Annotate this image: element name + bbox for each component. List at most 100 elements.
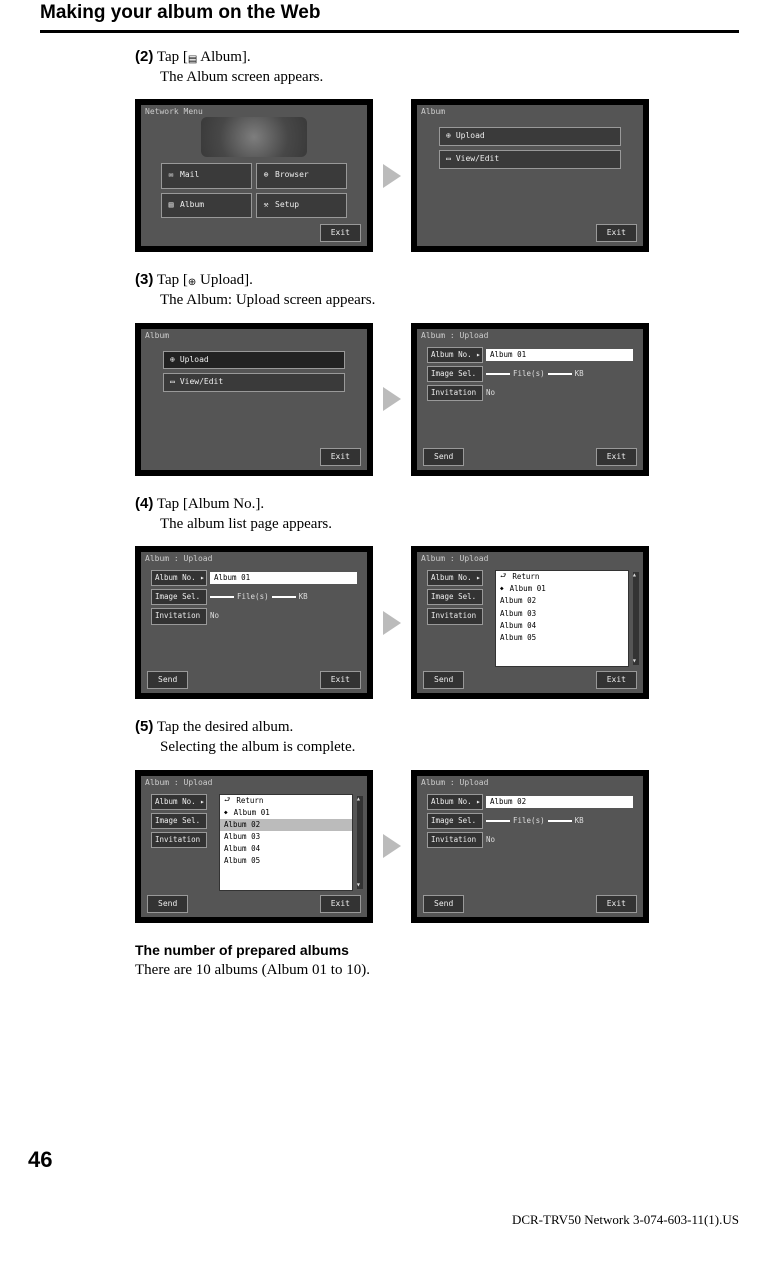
mail-icon: ✉ bbox=[166, 170, 176, 181]
viewedit-label: View/Edit bbox=[456, 154, 499, 165]
image-sel-value: File(s)KB bbox=[486, 816, 633, 826]
screenshot-album-list: Album : Upload Album No. ▸ Image Sel. In… bbox=[411, 546, 649, 699]
upload-label: Upload bbox=[180, 355, 209, 366]
scroll-indicator[interactable] bbox=[357, 796, 363, 889]
exit-button[interactable]: Exit bbox=[596, 224, 637, 242]
screen-title: Album bbox=[145, 331, 169, 342]
album-icon: ▤ bbox=[188, 53, 197, 67]
step-5-text: Tap the desired album. bbox=[157, 719, 293, 735]
send-button[interactable]: Send bbox=[423, 895, 464, 913]
image-sel-button[interactable]: Image Sel. bbox=[427, 813, 483, 829]
step-2: (2) Tap [▤ Album]. The Album screen appe… bbox=[135, 47, 739, 88]
send-button[interactable]: Send bbox=[423, 448, 464, 466]
invitation-button[interactable]: Invitation bbox=[427, 832, 483, 848]
upload-icon: ⊕ bbox=[170, 355, 175, 366]
album-no-value: Album 01 bbox=[486, 349, 633, 361]
exit-button[interactable]: Exit bbox=[596, 671, 637, 689]
invitation-button[interactable]: Invitation bbox=[151, 608, 207, 624]
footer-id: DCR-TRV50 Network 3-074-603-11(1).US bbox=[512, 1211, 739, 1229]
step-4-num: (4) bbox=[135, 495, 153, 512]
send-button[interactable]: Send bbox=[147, 895, 188, 913]
upload-label: Upload bbox=[456, 131, 485, 142]
exit-button[interactable]: Exit bbox=[320, 448, 361, 466]
list-item[interactable]: Album 02 bbox=[496, 595, 628, 607]
step-3-text-b: Upload]. bbox=[196, 272, 253, 288]
list-item[interactable]: Album 03 bbox=[220, 831, 352, 843]
exit-button[interactable]: Exit bbox=[596, 448, 637, 466]
browser-button[interactable]: ⊕ Browser bbox=[256, 163, 347, 189]
browser-label: Browser bbox=[275, 170, 309, 181]
note-heading: The number of prepared albums bbox=[135, 941, 739, 960]
send-button[interactable]: Send bbox=[147, 671, 188, 689]
step-5-num: (5) bbox=[135, 718, 153, 735]
list-item[interactable]: Album 05 bbox=[496, 632, 628, 644]
mail-label: Mail bbox=[180, 170, 199, 181]
list-item[interactable]: Album 03 bbox=[496, 608, 628, 620]
upload-button[interactable]: ⊕Upload bbox=[439, 127, 621, 146]
image-sel-button[interactable]: Image Sel. bbox=[151, 813, 207, 829]
screenshot-album-menu: Album ⊕Upload ▭View/Edit Exit bbox=[411, 99, 649, 252]
kb-label: KB bbox=[575, 369, 584, 379]
step-5-sub: Selecting the album is complete. bbox=[135, 737, 739, 757]
setup-label: Setup bbox=[275, 200, 299, 211]
step-3-screens: Album ⊕ Upload ▭ View/Edit Exit Album : Up… bbox=[135, 323, 739, 476]
album-no-label: Album No. bbox=[155, 797, 196, 806]
album-label: Album bbox=[180, 200, 204, 211]
album-no-button[interactable]: Album No. ▸ bbox=[151, 794, 207, 810]
step-4-sub: The album list page appears. bbox=[135, 514, 739, 534]
album-no-button[interactable]: Album No. ▸ bbox=[427, 794, 483, 810]
return-item[interactable]: Return bbox=[496, 571, 628, 583]
image-sel-value: File(s) KB bbox=[486, 369, 633, 379]
image-sel-value: File(s)KB bbox=[210, 592, 357, 602]
album-no-button[interactable]: Album No. ▸ bbox=[427, 347, 483, 363]
mail-button[interactable]: ✉ Mail bbox=[161, 163, 252, 189]
invitation-value: No bbox=[486, 388, 633, 398]
list-item[interactable]: Album 04 bbox=[496, 620, 628, 632]
exit-button[interactable]: Exit bbox=[320, 671, 361, 689]
viewedit-button[interactable]: ▭ View/Edit bbox=[163, 373, 345, 392]
album-no-button[interactable]: Album No. ▸ bbox=[151, 570, 207, 586]
screenshot-upload-01: Album : Upload Album No. ▸ Album 01 Imag… bbox=[411, 323, 649, 476]
album-button[interactable]: ▤Album bbox=[161, 193, 252, 219]
step-2-text-b: Album]. bbox=[197, 49, 250, 65]
list-item[interactable]: Album 02 bbox=[220, 819, 352, 831]
step-2-sub: The Album screen appears. bbox=[135, 67, 739, 87]
list-item[interactable]: Album 01 bbox=[220, 807, 352, 819]
image-sel-button[interactable]: Image Sel. bbox=[427, 366, 483, 382]
album-dropdown: Return Album 01 Album 02 Album 03 Album … bbox=[495, 570, 629, 667]
invitation-button[interactable]: Invitation bbox=[427, 608, 483, 624]
book-icon: ▭ bbox=[170, 377, 175, 388]
setup-button[interactable]: ⚒Setup bbox=[256, 193, 347, 219]
exit-button[interactable]: Exit bbox=[596, 895, 637, 913]
album-no-button[interactable]: Album No. ▸ bbox=[427, 570, 483, 586]
viewedit-button[interactable]: ▭View/Edit bbox=[439, 150, 621, 169]
step-2-num: (2) bbox=[135, 48, 153, 65]
album-no-value: Album 01 bbox=[210, 572, 357, 584]
note-body: There are 10 albums (Album 01 to 10). bbox=[135, 960, 739, 980]
viewedit-label: View/Edit bbox=[180, 377, 223, 388]
screenshot-album-list-sel: Album : Upload Album No. ▸ Image Sel. In… bbox=[135, 770, 373, 923]
invitation-button[interactable]: Invitation bbox=[427, 385, 483, 401]
globe-icon: ⊕ bbox=[261, 170, 271, 181]
invitation-button[interactable]: Invitation bbox=[151, 832, 207, 848]
send-button[interactable]: Send bbox=[423, 671, 464, 689]
files-label: File(s) bbox=[237, 592, 269, 602]
arrow-icon bbox=[383, 611, 401, 635]
files-label: File(s) bbox=[513, 369, 545, 379]
upload-button[interactable]: ⊕ Upload bbox=[163, 351, 345, 370]
kb-label: KB bbox=[575, 816, 584, 826]
screenshot-network-menu: Network Menu ✉Mail ⊕Browser ▤Album ⚒Setu… bbox=[135, 99, 373, 252]
screenshot-upload-02: Album : Upload Album No. ▸ Album 02 Imag… bbox=[411, 770, 649, 923]
scroll-indicator[interactable] bbox=[633, 572, 639, 665]
screenshot-album-menu-2: Album ⊕ Upload ▭ View/Edit Exit bbox=[135, 323, 373, 476]
list-item[interactable]: Album 04 bbox=[220, 843, 352, 855]
image-sel-button[interactable]: Image Sel. bbox=[151, 589, 207, 605]
step-5: (5) Tap the desired album. Selecting the… bbox=[135, 717, 739, 758]
step-2-screens: Network Menu ✉Mail ⊕Browser ▤Album ⚒Setu… bbox=[135, 99, 739, 252]
image-sel-button[interactable]: Image Sel. bbox=[427, 589, 483, 605]
list-item[interactable]: Album 05 bbox=[220, 855, 352, 867]
exit-button[interactable]: Exit bbox=[320, 224, 361, 242]
list-item[interactable]: Album 01 bbox=[496, 583, 628, 595]
return-item[interactable]: Return bbox=[220, 795, 352, 807]
exit-button[interactable]: Exit bbox=[320, 895, 361, 913]
